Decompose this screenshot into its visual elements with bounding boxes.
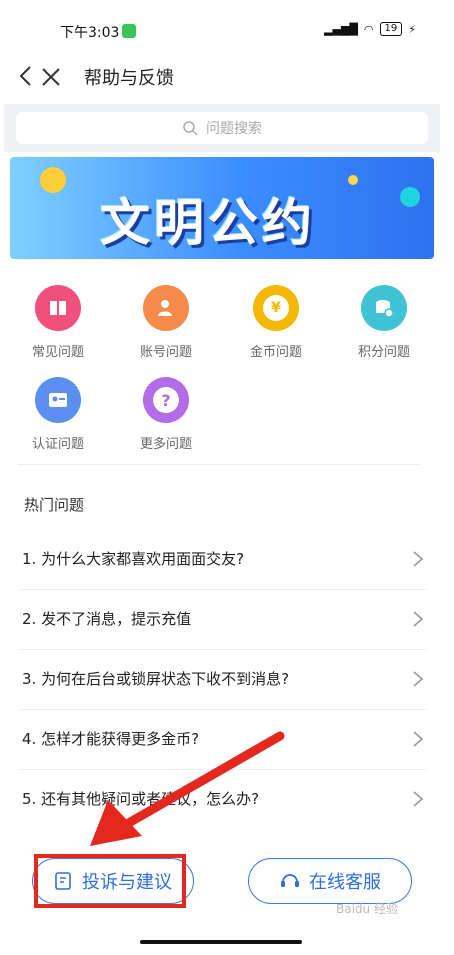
- close-icon[interactable]: [40, 64, 62, 88]
- charging-icon: ⚡: [408, 22, 416, 36]
- chevron-right-icon: [413, 671, 424, 687]
- faq-text: 3. 为何在后台或锁屏状态下收不到消息?: [22, 670, 290, 688]
- search-area: 问题搜索: [4, 104, 440, 152]
- online-service-button[interactable]: 在线客服: [248, 858, 412, 904]
- category-label: 常见问题: [31, 345, 84, 360]
- back-icon[interactable]: [16, 64, 36, 88]
- status-bar: 下午3:03 ▂▄▆█ ◠ 19 ⚡: [0, 0, 454, 52]
- section-divider: [18, 464, 420, 465]
- category-more[interactable]: ? 更多问题: [116, 377, 216, 452]
- search-placeholder: 问题搜索: [206, 121, 262, 137]
- category-label: 积分问题: [357, 345, 410, 360]
- faq-text: 1. 为什么大家都喜欢用面面交友?: [22, 550, 245, 568]
- chevron-right-icon: [413, 791, 424, 807]
- annotation-highlight-box: [34, 854, 186, 908]
- decor-ball: [400, 187, 420, 207]
- faq-text: 2. 发不了消息，提示充值: [22, 610, 192, 628]
- category-account[interactable]: 账号问题: [116, 285, 216, 360]
- banner-title: 文明公约: [100, 194, 316, 252]
- id-card-icon: [35, 377, 81, 423]
- category-label: 更多问题: [139, 437, 192, 452]
- category-common[interactable]: 常见问题: [8, 285, 108, 360]
- search-icon: [183, 121, 198, 136]
- faq-item[interactable]: 1. 为什么大家都喜欢用面面交友?: [0, 530, 440, 590]
- faq-item[interactable]: 2. 发不了消息，提示充值: [0, 590, 440, 650]
- headset-icon: [281, 874, 299, 887]
- category-label: 账号问题: [139, 345, 192, 360]
- chevron-right-icon: [413, 611, 424, 627]
- category-label: 金币问题: [249, 345, 302, 360]
- page-title: 帮助与反馈: [84, 68, 174, 89]
- category-coin[interactable]: ¥ 金币问题: [226, 285, 326, 360]
- coin-icon: ¥: [253, 285, 299, 331]
- faq-item[interactable]: 3. 为何在后台或锁屏状态下收不到消息?: [0, 650, 440, 710]
- hot-questions-title: 热门问题: [24, 496, 85, 514]
- annotation-arrow: [90, 731, 285, 846]
- battery-icon: 19: [379, 22, 403, 36]
- category-verify[interactable]: 认证问题: [8, 377, 108, 452]
- account-icon: [143, 285, 189, 331]
- question-icon: ?: [143, 377, 189, 423]
- service-label: 在线客服: [309, 872, 381, 893]
- status-time: 下午3:03: [60, 25, 120, 41]
- decor-ball: [40, 167, 66, 193]
- home-indicator[interactable]: [140, 940, 302, 944]
- search-input[interactable]: 问题搜索: [16, 112, 428, 144]
- wifi-icon: ◠: [363, 22, 374, 36]
- watermark: Baidu 经验: [336, 902, 398, 916]
- chevron-right-icon: [413, 551, 424, 567]
- book-icon: [35, 285, 81, 331]
- decor-ball: [348, 175, 358, 185]
- category-points[interactable]: 积分问题: [334, 285, 434, 360]
- nav-bar: 帮助与反馈: [0, 52, 454, 100]
- chevron-right-icon: [413, 731, 424, 747]
- signal-icon: ▂▄▆█: [324, 22, 358, 36]
- promo-banner[interactable]: 文明公约: [10, 157, 434, 259]
- points-icon: [361, 285, 407, 331]
- status-icons: ▂▄▆█ ◠ 19 ⚡: [324, 22, 416, 36]
- category-label: 认证问题: [31, 437, 84, 452]
- wechat-notification-icon: [122, 24, 136, 38]
